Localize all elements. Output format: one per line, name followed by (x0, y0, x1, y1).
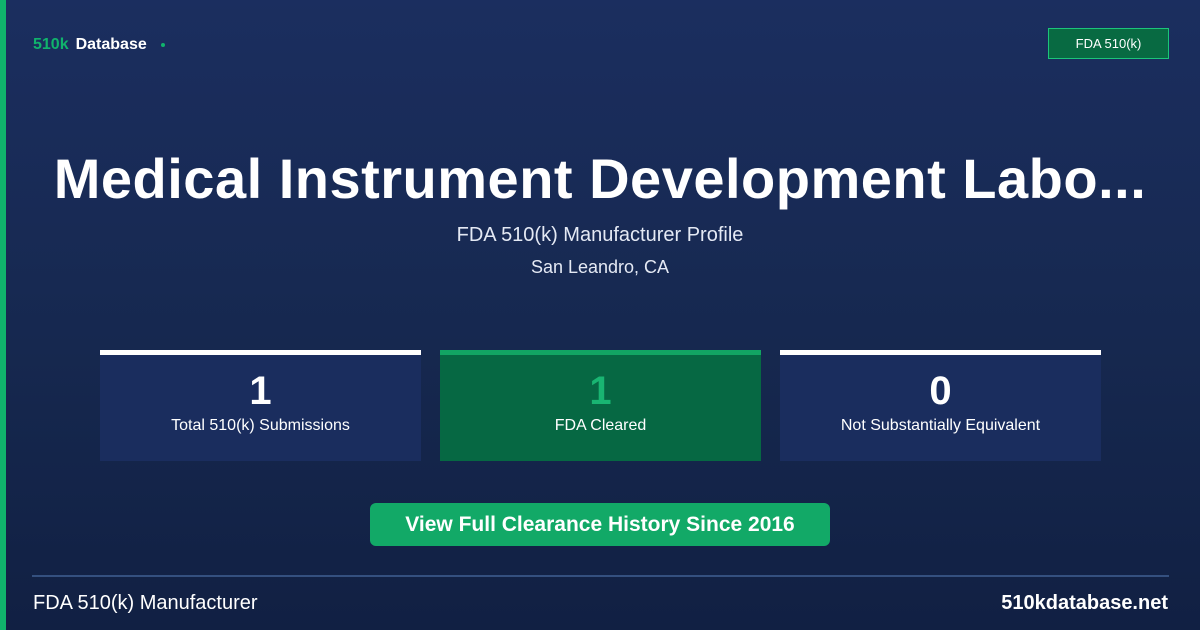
view-clearance-history-button[interactable]: View Full Clearance History Since 2016 (370, 503, 830, 546)
fda-badge: FDA 510(k) (1048, 28, 1169, 59)
left-accent-bar (0, 0, 6, 630)
stat-label: FDA Cleared (554, 417, 647, 434)
page-title: Medical Instrument Development Labo... (53, 147, 1147, 210)
stat-value: 0 (929, 369, 952, 413)
stat-card-fda-cleared: 1 FDA Cleared (440, 350, 761, 461)
stat-card-total-submissions: 1 Total 510(k) Submissions (100, 350, 421, 461)
stat-value: 1 (249, 369, 272, 413)
brand-accent-text: 510k (33, 36, 69, 53)
footer-site-link[interactable]: 510kdatabase.net (1001, 592, 1168, 615)
manufacturer-location: San Leandro, CA (530, 257, 670, 277)
stat-label: Total 510(k) Submissions (171, 417, 350, 434)
brand-dot-icon (160, 43, 165, 47)
brand-logo[interactable]: 510k Database (33, 36, 165, 54)
footer-tagline: FDA 510(k) Manufacturer (33, 592, 258, 614)
page-subtitle: FDA 510(k) Manufacturer Profile (456, 224, 744, 246)
stat-value: 1 (589, 369, 612, 413)
footer-divider (32, 575, 1169, 577)
stat-card-not-substantially-equivalent: 0 Not Substantially Equivalent (780, 350, 1101, 461)
stat-label: Not Substantially Equivalent (840, 417, 1041, 434)
brand-name-text: Database (75, 36, 147, 53)
